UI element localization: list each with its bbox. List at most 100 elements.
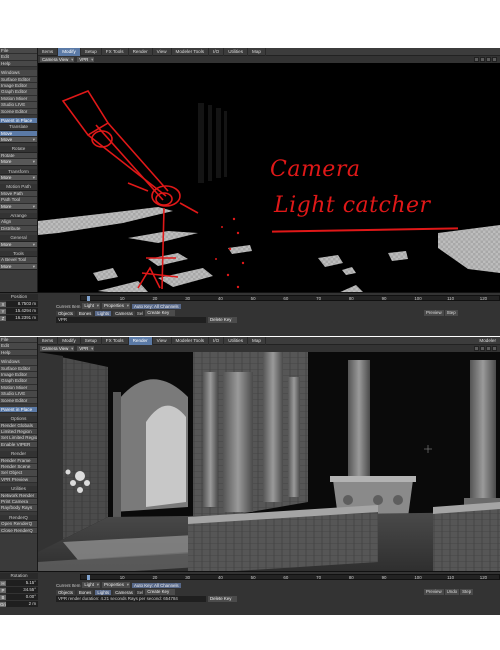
coord-field-x[interactable]: X 8.7503 m <box>0 301 38 307</box>
maximize-icon[interactable] <box>492 57 497 62</box>
timeline-tick-label: 20 <box>152 574 158 580</box>
sel-label: Sel <box>136 589 144 595</box>
timeline-tick-label: 60 <box>283 295 289 301</box>
cameras-toggle[interactable]: Cameras <box>113 310 135 316</box>
tab-view[interactable]: View <box>153 48 172 56</box>
tab-utilities[interactable]: Utilities <box>224 48 248 56</box>
timeline-cursor[interactable] <box>87 575 90 580</box>
rotate-view-icon[interactable] <box>480 57 485 62</box>
viewport-3d-bottom[interactable] <box>38 352 500 581</box>
current-item-label: Current Item <box>56 303 81 309</box>
tab-modify[interactable]: Modify <box>58 337 81 345</box>
sidebar-item-close-renderq[interactable]: Close RenderQ <box>0 527 37 534</box>
tab-i-o[interactable]: I/O <box>209 337 225 345</box>
objects-toggle[interactable]: Objects <box>56 310 75 316</box>
tab-modify[interactable]: Modify <box>58 48 81 56</box>
item-controls-row: Current ItemLightPropertiesAuto Key: All… <box>56 303 500 309</box>
cameras-toggle[interactable]: Cameras <box>113 589 135 595</box>
timeline-tick-label: 10 <box>119 574 125 580</box>
render-mode-select[interactable]: VPR <box>77 345 95 352</box>
tab-map[interactable]: Map <box>248 337 266 345</box>
view-type-select[interactable]: Camera View <box>40 345 75 352</box>
lights-toggle[interactable]: Lights <box>95 310 112 316</box>
current-item-select[interactable]: Light <box>82 582 100 588</box>
timeline-slider[interactable]: 0102030405060708090100110120 <box>80 574 500 580</box>
sidebar-more-dropdown[interactable]: More <box>0 241 37 248</box>
tab-render[interactable]: Render <box>129 48 153 56</box>
sidebar-more-dropdown[interactable]: Move <box>0 137 37 144</box>
timeline-cursor[interactable] <box>87 296 90 301</box>
timeline-tick-label: 70 <box>316 574 322 580</box>
timeline-tick-label: 50 <box>250 295 256 301</box>
tab-fx-tools[interactable]: FX Tools <box>102 337 129 345</box>
objects-toggle[interactable]: Objects <box>56 589 75 595</box>
coord-field-y[interactable]: Y 15.4294 m <box>0 308 38 314</box>
tab-modeler-tools[interactable]: Modeler Tools <box>172 48 210 56</box>
sidebar-more-dropdown[interactable]: More <box>0 159 37 166</box>
coord-field-p[interactable]: P 34.55° <box>0 587 38 593</box>
axis-value[interactable]: 16.2391 m <box>6 315 38 321</box>
status-row: VPR render duration: 4.21 seconds Rays p… <box>56 596 500 602</box>
axis-value[interactable]: 15.4294 m <box>6 308 38 314</box>
grid-value[interactable]: 2 m <box>6 601 38 607</box>
tab-map[interactable]: Map <box>248 48 266 56</box>
axis-value[interactable]: 0.00° <box>6 594 38 600</box>
pan-icon[interactable] <box>474 346 479 351</box>
modeler-switch[interactable]: Modeler <box>479 338 500 343</box>
tab-i-o[interactable]: I/O <box>209 48 225 56</box>
render-mode-select[interactable]: VPR <box>77 56 95 63</box>
status-row: VPR Delete Key <box>56 317 500 323</box>
auto-key-toggle[interactable]: Auto Key: All Channels <box>131 303 181 309</box>
layout-window-top: File Edit Help Windows Surface Editor Image E… <box>0 48 500 336</box>
zoom-icon[interactable] <box>486 57 491 62</box>
playback-controls: Preview Undo Step <box>424 589 500 595</box>
auto-key-toggle[interactable]: Auto Key: All Channels <box>131 582 181 588</box>
sidebar-more-dropdown[interactable]: More <box>0 175 37 182</box>
properties-button[interactable]: Properties <box>101 582 130 588</box>
sidebar-more-dropdown[interactable]: More <box>0 263 37 271</box>
step-field[interactable]: Step <box>460 589 474 595</box>
rotate-view-icon[interactable] <box>480 346 485 351</box>
tab-fx-tools[interactable]: FX Tools <box>102 48 129 56</box>
preview-button[interactable]: Preview <box>424 589 444 595</box>
zoom-icon[interactable] <box>486 346 491 351</box>
pan-icon[interactable] <box>474 57 479 62</box>
current-item-label: Current Item <box>56 582 81 588</box>
timeline-slider[interactable]: 0102030405060708090100110120 <box>80 295 500 301</box>
current-item-select[interactable]: Light <box>82 303 100 309</box>
tab-utilities[interactable]: Utilities <box>224 337 248 345</box>
axis-value[interactable]: 5.15° <box>6 580 38 586</box>
tab-setup[interactable]: Setup <box>81 48 102 56</box>
properties-button[interactable]: Properties <box>101 303 130 309</box>
maximize-icon[interactable] <box>492 346 497 351</box>
timeline-tick-label: 110 <box>447 295 455 301</box>
coord-field-b[interactable]: B 0.00° <box>0 594 38 600</box>
create-key-button[interactable]: Create Key <box>145 310 176 316</box>
axis-value[interactable]: 34.55° <box>6 587 38 593</box>
tab-items[interactable]: Items <box>38 48 59 56</box>
tab-setup[interactable]: Setup <box>81 337 102 345</box>
delete-key-button[interactable]: Delete Key <box>208 317 238 323</box>
bones-toggle[interactable]: Bones <box>76 310 94 316</box>
undo-button[interactable]: Undo <box>444 589 460 595</box>
sidebar-more-dropdown[interactable]: More <box>0 203 37 210</box>
step-field[interactable]: Step <box>444 310 458 316</box>
tab-modeler-tools[interactable]: Modeler Tools <box>172 337 210 345</box>
view-type-select[interactable]: Camera View <box>40 56 75 63</box>
tab-render[interactable]: Render <box>128 337 153 345</box>
tab-items[interactable]: Items <box>38 337 59 345</box>
grid-size-field[interactable]: Grid 2 m <box>0 601 38 607</box>
tab-view[interactable]: View <box>153 337 172 345</box>
timeline-tick-label: 80 <box>348 574 354 580</box>
coord-field-z[interactable]: Z 16.2391 m <box>0 315 38 321</box>
lights-toggle[interactable]: Lights <box>95 589 112 595</box>
delete-key-button[interactable]: Delete Key <box>208 596 238 602</box>
coord-field-h[interactable]: H 5.15° <box>0 580 38 586</box>
viewport-3d-top[interactable]: Camera Light catcher <box>38 63 500 292</box>
preview-button[interactable]: Preview <box>424 310 444 316</box>
bones-toggle[interactable]: Bones <box>76 589 94 595</box>
create-key-button[interactable]: Create Key <box>145 589 176 595</box>
item-controls-row: Current ItemLightPropertiesAuto Key: All… <box>56 582 500 588</box>
axis-value[interactable]: 8.7503 m <box>6 301 38 307</box>
timeline-tick-label: 110 <box>447 574 455 580</box>
